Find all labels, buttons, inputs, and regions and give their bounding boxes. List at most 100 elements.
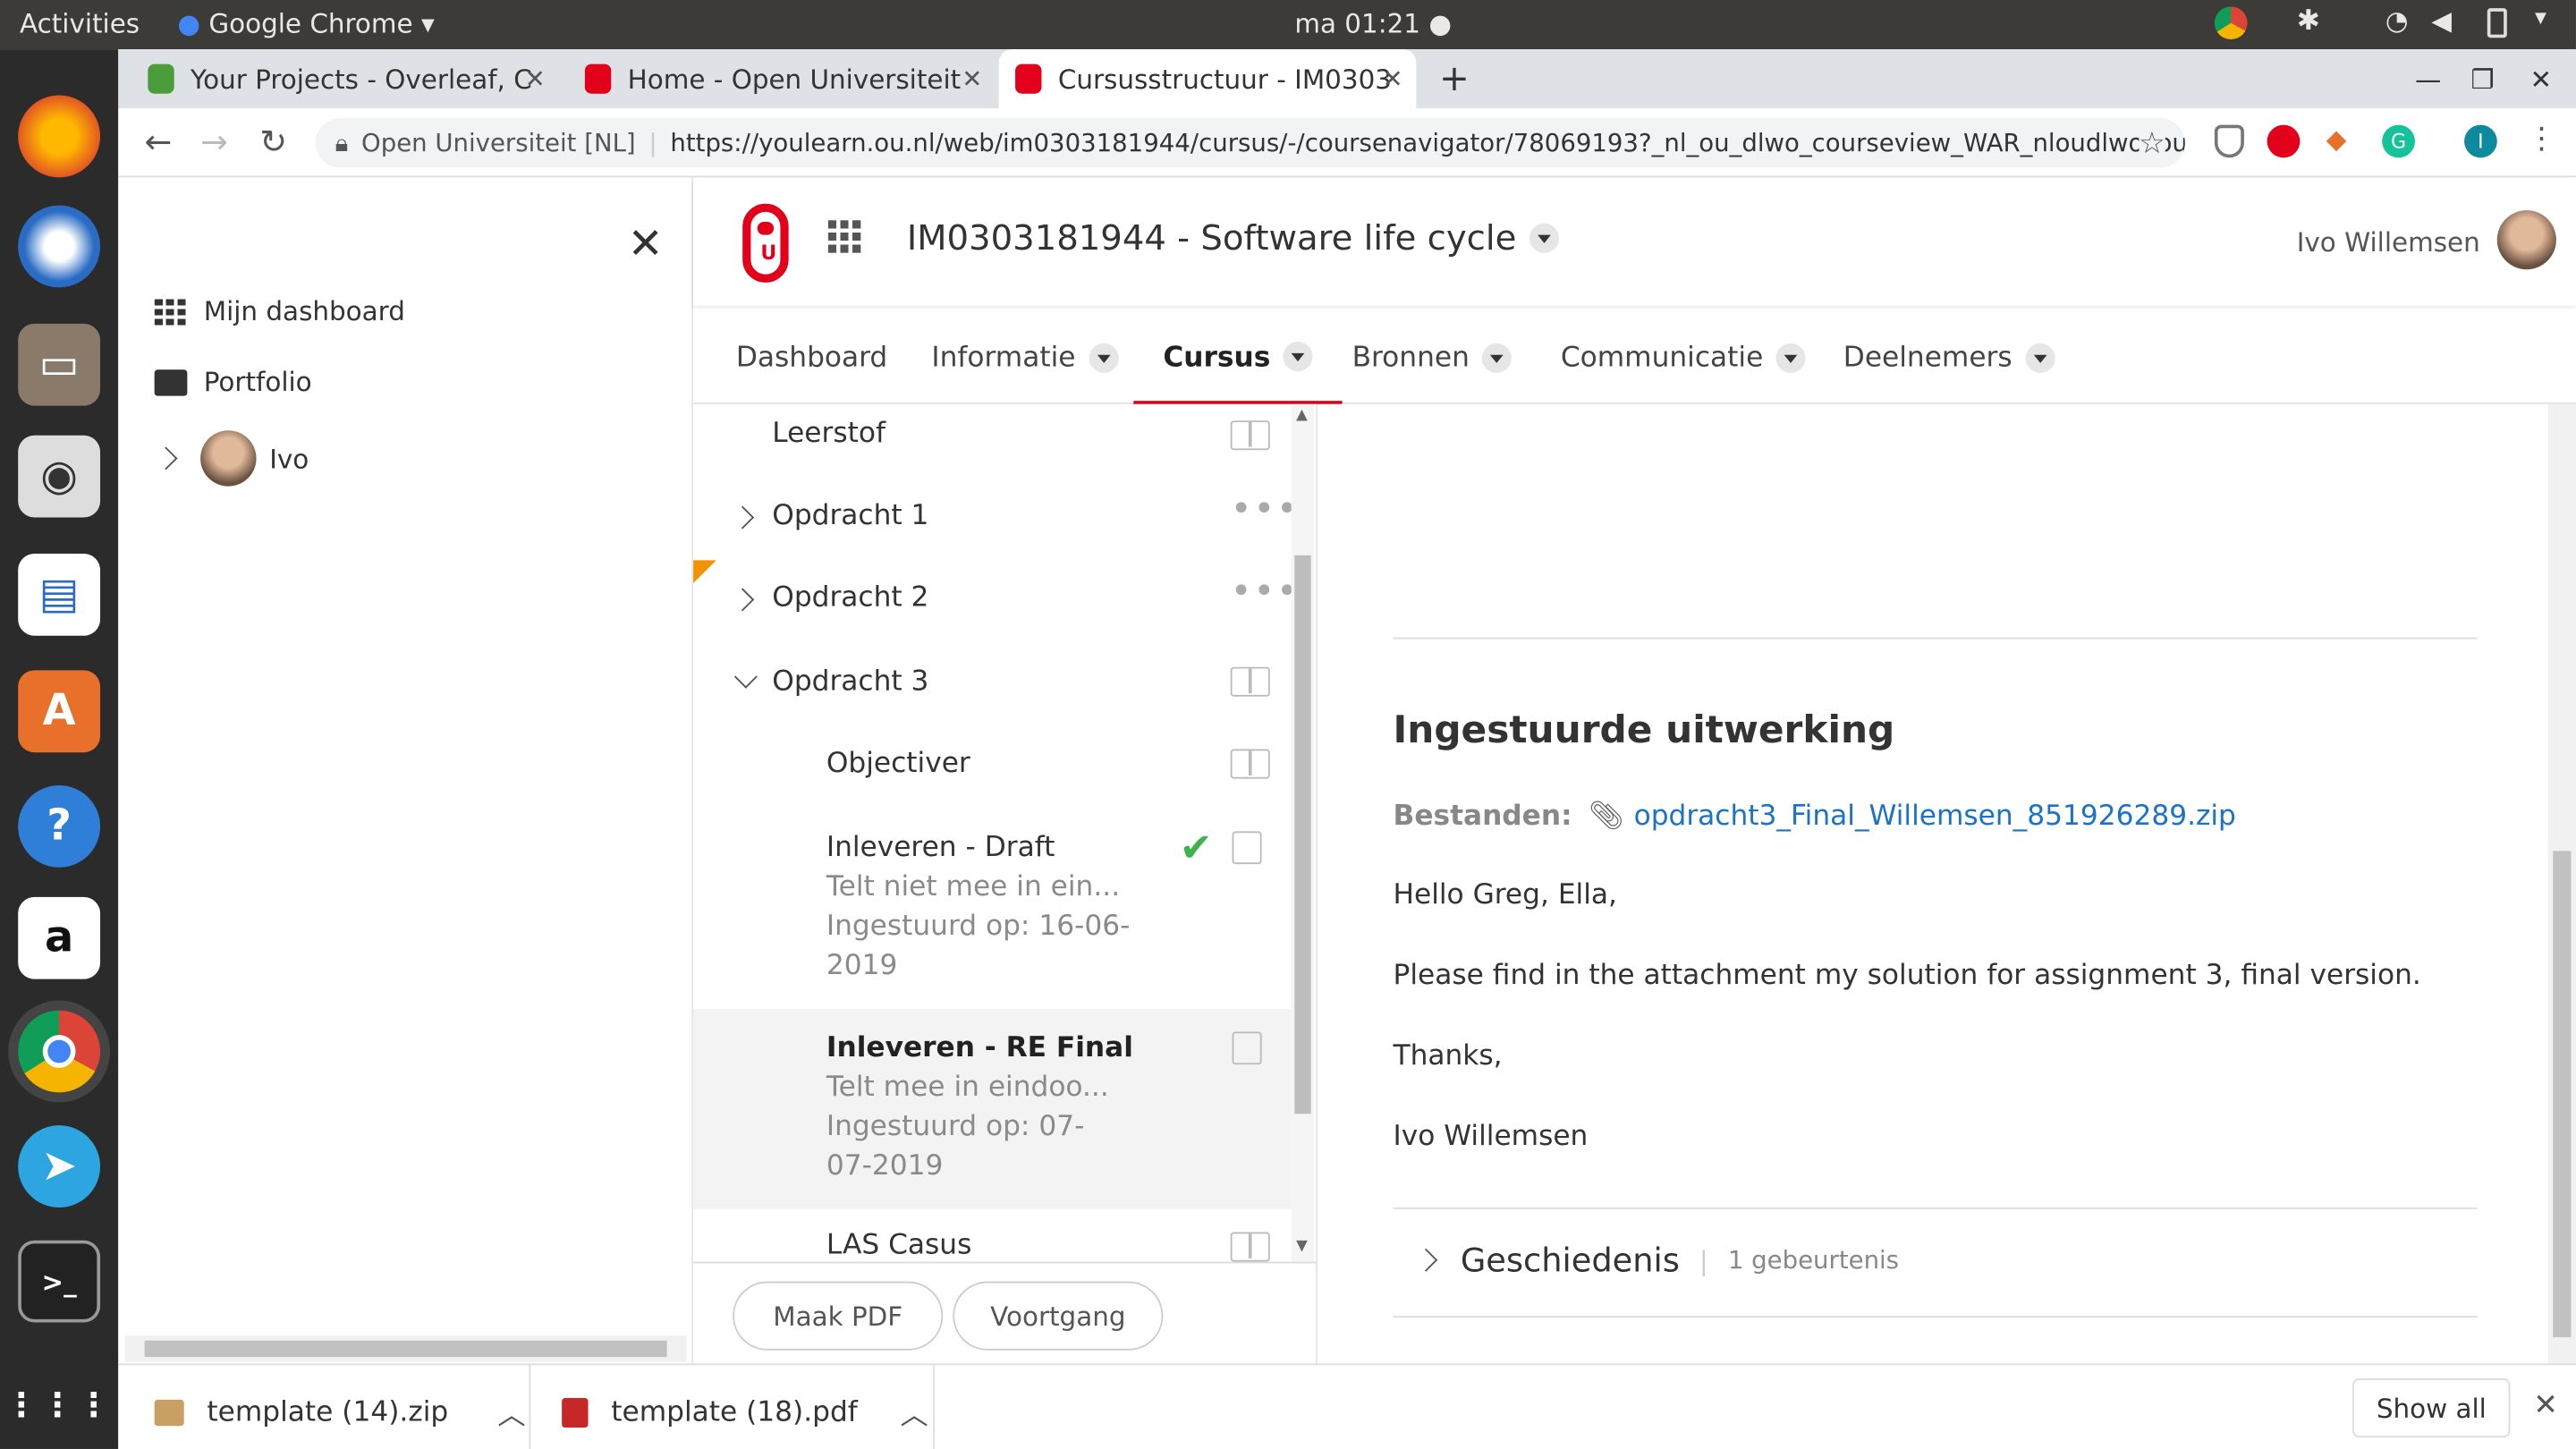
tab-bronnen[interactable]: Bronnen: [1352, 342, 1513, 375]
tab-deelnemers[interactable]: Deelnemers: [1843, 342, 2055, 375]
history-toggle[interactable]: Geschiedenis | 1 gebeurtenis: [1414, 1241, 1899, 1280]
maak-pdf-button[interactable]: Maak PDF: [733, 1281, 944, 1351]
chevron-right-icon[interactable]: [731, 588, 755, 612]
tab-home-ou[interactable]: Home - Open Universiteit ✕: [584, 49, 996, 108]
tree-item-final[interactable]: Inleveren - RE Final Telt mee in eindoo.…: [826, 1029, 1133, 1186]
book-icon[interactable]: [1230, 420, 1270, 451]
tab-dashboard[interactable]: Dashboard: [736, 342, 887, 375]
metamask-extension-icon[interactable]: ◆: [2326, 123, 2347, 155]
chrome-dock-icon[interactable]: [18, 1010, 101, 1093]
help-icon[interactable]: ?: [18, 784, 101, 868]
voortgang-button[interactable]: Voortgang: [953, 1281, 1164, 1351]
chevron-up-icon[interactable]: ︿: [497, 1392, 525, 1433]
content-scrollbar[interactable]: [2547, 403, 2576, 1364]
close-icon[interactable]: ✕: [1382, 64, 1402, 94]
book-icon[interactable]: [1230, 1232, 1270, 1262]
item-subtitle: Telt niet mee in ein...: [826, 870, 1121, 904]
rhythmbox-icon[interactable]: ◉: [18, 435, 101, 518]
back-button[interactable]: ←: [145, 122, 173, 161]
attachment-link[interactable]: opdracht3_Final_Willemsen_851926289.zip: [1634, 800, 2236, 833]
divider: [1393, 1207, 2478, 1209]
divider: [1393, 637, 2478, 640]
activities-button[interactable]: Activities: [20, 8, 140, 39]
close-icon[interactable]: ✕: [2533, 1388, 2558, 1423]
tree-item-draft[interactable]: Inleveren - Draft Telt niet mee in ein..…: [826, 828, 1131, 986]
chrome-tray-icon[interactable]: [2214, 6, 2248, 40]
submit-icon[interactable]: [1232, 1031, 1262, 1065]
tree-item-opdracht-3[interactable]: Opdracht 3: [772, 665, 928, 699]
thunderbird-icon[interactable]: [18, 205, 101, 288]
grammarly-extension-icon[interactable]: G: [2382, 124, 2415, 158]
maximize-button[interactable]: ❐: [2470, 49, 2494, 108]
item-date: Ingestuurd op: 16-06-: [826, 910, 1131, 944]
avatar[interactable]: [2496, 210, 2556, 270]
download-item-zip[interactable]: template (14).zip ︿: [154, 1392, 526, 1433]
chevron-right-icon[interactable]: [731, 505, 755, 530]
submit-icon[interactable]: [1232, 831, 1262, 865]
telegram-icon[interactable]: ➤: [18, 1125, 101, 1208]
message-line: Please find in the attachment my solutio…: [1393, 959, 2421, 993]
shield-extension-icon[interactable]: [2214, 124, 2244, 158]
tree-scrollbar[interactable]: ▲ ▼: [1291, 403, 1315, 1262]
chevron-down-icon[interactable]: [733, 665, 758, 689]
tab-label: Dashboard: [735, 342, 888, 375]
horizontal-scrollbar[interactable]: [124, 1335, 687, 1362]
software-center-icon[interactable]: A: [18, 670, 101, 753]
book-icon[interactable]: [1230, 666, 1270, 697]
window-close-button[interactable]: ✕: [2530, 49, 2553, 108]
tab-cursusstructuur[interactable]: Cursusstructuur - IM0303 ✕: [998, 49, 1417, 109]
adblock-extension-icon[interactable]: [2267, 124, 2301, 158]
close-icon[interactable]: ✕: [628, 220, 664, 269]
files-icon[interactable]: ▭: [18, 323, 101, 406]
tree-item-leerstof[interactable]: Leerstof: [772, 418, 886, 451]
chrome-menu-icon[interactable]: ⋮: [2527, 122, 2556, 157]
apps-grid-icon[interactable]: [827, 220, 861, 253]
tree-item-opdracht-1[interactable]: Opdracht 1: [772, 499, 928, 532]
show-apps-icon[interactable]: ⋮⋮⋮: [5, 1363, 111, 1445]
sidebar-item-label: Portfolio: [203, 366, 312, 398]
book-icon[interactable]: [1230, 749, 1270, 779]
tree-item-las-casus[interactable]: LAS Casus: [826, 1229, 971, 1262]
wifi-icon[interactable]: ◔: [2385, 5, 2409, 37]
close-icon[interactable]: ✕: [962, 64, 982, 94]
tree-item-opdracht-2[interactable]: Opdracht 2: [772, 581, 928, 614]
tree-item-objectiver[interactable]: Objectiver: [826, 748, 970, 781]
more-icon[interactable]: •••: [1231, 572, 1300, 613]
amazon-icon[interactable]: a: [18, 896, 101, 979]
writer-icon[interactable]: ▤: [18, 553, 101, 636]
close-icon[interactable]: ✕: [525, 64, 546, 94]
clock[interactable]: ma 01:21 ●: [1294, 8, 1452, 39]
tab-overleaf[interactable]: Your Projects - Overleaf, C ✕: [148, 49, 558, 108]
minimize-button[interactable]: —: [2415, 49, 2441, 108]
download-item-pdf[interactable]: template (18).pdf ︿: [562, 1392, 928, 1433]
bookmark-star-icon[interactable]: ☆: [2139, 125, 2165, 161]
power-menu-icon[interactable]: ▾: [2535, 5, 2546, 31]
more-icon[interactable]: •••: [1231, 489, 1300, 530]
paperclip-icon: 📎︎: [1588, 800, 1624, 834]
sidebar-item-portfolio[interactable]: Portfolio: [154, 366, 312, 398]
profile-avatar-icon[interactable]: I: [2464, 124, 2497, 158]
new-tab-button[interactable]: +: [1439, 49, 1470, 108]
app-menu[interactable]: ● Google Chrome ▾: [177, 8, 434, 39]
tab-label: Cursus: [1163, 342, 1271, 375]
reload-button[interactable]: ↻: [259, 122, 287, 161]
sidebar-item-user[interactable]: Ivo: [154, 430, 309, 487]
chevron-up-icon[interactable]: ︿: [901, 1392, 928, 1433]
sidebar-item-dashboard[interactable]: Mijn dashboard: [154, 296, 405, 327]
firefox-icon[interactable]: [18, 95, 101, 178]
tab-communicatie[interactable]: Communicatie: [1561, 342, 1807, 375]
user-name[interactable]: Ivo Willemsen: [2297, 226, 2480, 258]
show-all-button[interactable]: Show all: [2352, 1377, 2511, 1438]
terminal-icon[interactable]: >_: [18, 1240, 101, 1323]
bluetooth-icon[interactable]: ✱: [2297, 5, 2320, 38]
caret-down-icon: [1284, 342, 1314, 372]
tab-cursus[interactable]: Cursus: [1133, 342, 1343, 404]
battery-icon[interactable]: [2487, 8, 2507, 38]
forward-button[interactable]: →: [200, 122, 228, 161]
omnibox[interactable]: 🔒︎ Open Universiteit [NL] | https://youl…: [315, 118, 2185, 168]
tab-title: Cursusstructuur - IM0303: [1057, 63, 1392, 95]
course-selector[interactable]: IM0303181944 - Software life cycle: [907, 218, 1560, 258]
volume-icon[interactable]: ◀: [2431, 5, 2452, 37]
ou-logo[interactable]: U: [742, 203, 789, 283]
tab-informatie[interactable]: Informatie: [931, 342, 1119, 375]
